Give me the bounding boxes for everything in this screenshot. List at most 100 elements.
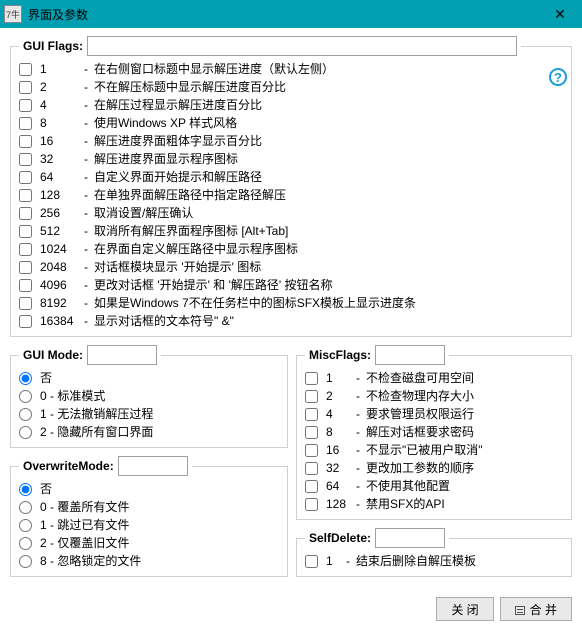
dash: - <box>84 313 88 329</box>
close-button[interactable]: 关 闭 <box>436 597 493 621</box>
radio-label: 1 - 跳过已有文件 <box>40 517 129 533</box>
gui-flags-input[interactable] <box>87 36 517 56</box>
flag-row: 8-解压对话框要求密码 <box>305 423 563 441</box>
flag-number: 1 <box>326 370 350 386</box>
radio-row[interactable]: 0 - 标准模式 <box>19 387 279 405</box>
flag-number: 1 <box>326 553 340 569</box>
flag-checkbox[interactable] <box>19 225 32 238</box>
flag-checkbox[interactable] <box>19 189 32 202</box>
flag-row: 2-不在解压标题中显示解压进度百分比 <box>19 78 563 96</box>
flag-checkbox[interactable] <box>19 81 32 94</box>
flag-label: 使用Windows XP 样式风格 <box>94 115 237 131</box>
flag-row: 128-禁用SFX的API <box>305 495 563 513</box>
flag-checkbox[interactable] <box>19 99 32 112</box>
close-icon[interactable]: ✕ <box>538 0 582 28</box>
flag-number: 2048 <box>40 259 78 275</box>
dash: - <box>84 277 88 293</box>
flag-row: 32-解压进度界面显示程序图标 <box>19 150 563 168</box>
flag-row: 256-取消设置/解压确认 <box>19 204 563 222</box>
misc-flags-input[interactable] <box>375 345 445 365</box>
flag-checkbox[interactable] <box>305 462 318 475</box>
flag-label: 结束后删除自解压模板 <box>356 553 476 569</box>
radio-label: 2 - 仅覆盖旧文件 <box>40 535 129 551</box>
flag-checkbox[interactable] <box>19 153 32 166</box>
radio-input[interactable] <box>19 426 32 439</box>
flag-row: 128-在单独界面解压路径中指定路径解压 <box>19 186 563 204</box>
gui-flags-label: GUI Flags: <box>23 39 83 53</box>
dash: - <box>84 79 88 95</box>
flag-label: 在界面自定义解压路径中显示程序图标 <box>94 241 298 257</box>
flag-checkbox[interactable] <box>305 426 318 439</box>
radio-row[interactable]: 2 - 隐藏所有窗口界面 <box>19 423 279 441</box>
flag-checkbox[interactable] <box>19 279 32 292</box>
dash: - <box>356 478 360 494</box>
misc-flags-legend: MiscFlags: <box>305 345 449 365</box>
radio-input[interactable] <box>19 372 32 385</box>
button-bar: 关 闭 合 并 <box>0 593 582 629</box>
flag-checkbox[interactable] <box>19 315 32 328</box>
flag-checkbox[interactable] <box>305 390 318 403</box>
radio-row[interactable]: 否 <box>19 369 279 387</box>
misc-flags-group: MiscFlags: 1-不检查磁盘可用空间2-不检查物理内存大小4-要求管理员… <box>296 345 572 520</box>
flag-label: 不检查磁盘可用空间 <box>366 370 474 386</box>
gui-mode-input[interactable] <box>87 345 157 365</box>
flag-row: 2-不检查物理内存大小 <box>305 387 563 405</box>
flag-checkbox[interactable] <box>19 297 32 310</box>
dash: - <box>346 553 350 569</box>
flag-checkbox[interactable] <box>19 135 32 148</box>
self-delete-input[interactable] <box>375 528 445 548</box>
misc-flags-label: MiscFlags: <box>309 348 371 362</box>
radio-input[interactable] <box>19 483 32 496</box>
flag-number: 4 <box>326 406 350 422</box>
overwrite-mode-label: OverwriteMode: <box>23 459 114 473</box>
flag-row: 1-不检查磁盘可用空间 <box>305 369 563 387</box>
flag-row: 512-取消所有解压界面程序图标 [Alt+Tab] <box>19 222 563 240</box>
flag-row: 32-更改加工参数的顺序 <box>305 459 563 477</box>
overwrite-mode-input[interactable] <box>118 456 188 476</box>
dash: - <box>356 388 360 404</box>
flag-checkbox[interactable] <box>305 372 318 385</box>
dash: - <box>84 187 88 203</box>
radio-input[interactable] <box>19 408 32 421</box>
radio-row[interactable]: 2 - 仅覆盖旧文件 <box>19 534 279 552</box>
radio-label: 否 <box>40 370 52 386</box>
flag-checkbox[interactable] <box>305 555 318 568</box>
dash: - <box>84 295 88 311</box>
flag-checkbox[interactable] <box>19 243 32 256</box>
combine-button[interactable]: 合 并 <box>500 597 572 621</box>
flag-checkbox[interactable] <box>305 480 318 493</box>
flag-label: 在右侧窗口标题中显示解压进度（默认左侧） <box>94 61 334 77</box>
radio-input[interactable] <box>19 555 32 568</box>
flag-checkbox[interactable] <box>19 63 32 76</box>
flag-checkbox[interactable] <box>19 117 32 130</box>
radio-row[interactable]: 1 - 无法撤销解压过程 <box>19 405 279 423</box>
dash: - <box>84 115 88 131</box>
radio-label: 2 - 隐藏所有窗口界面 <box>40 424 153 440</box>
flag-row: 16384-显示对话框的文本符号" &" <box>19 312 563 330</box>
flag-checkbox[interactable] <box>19 171 32 184</box>
radio-input[interactable] <box>19 537 32 550</box>
flag-number: 64 <box>40 169 78 185</box>
flag-checkbox[interactable] <box>305 444 318 457</box>
flag-checkbox[interactable] <box>305 408 318 421</box>
radio-input[interactable] <box>19 519 32 532</box>
flag-number: 8 <box>40 115 78 131</box>
radio-row[interactable]: 否 <box>19 480 279 498</box>
radio-input[interactable] <box>19 390 32 403</box>
flag-label: 在解压过程显示解压进度百分比 <box>94 97 262 113</box>
flag-label: 解压进度界面粗体字显示百分比 <box>94 133 262 149</box>
gui-mode-group: GUI Mode: 否0 - 标准模式1 - 无法撤销解压过程2 - 隐藏所有窗… <box>10 345 288 448</box>
flag-checkbox[interactable] <box>19 261 32 274</box>
flag-checkbox[interactable] <box>19 207 32 220</box>
flag-row: 2048-对话框模块显示 '开始提示' 图标 <box>19 258 563 276</box>
flag-checkbox[interactable] <box>305 498 318 511</box>
flag-number: 32 <box>40 151 78 167</box>
gui-mode-legend: GUI Mode: <box>19 345 161 365</box>
radio-row[interactable]: 8 - 忽略锁定的文件 <box>19 552 279 570</box>
flag-number: 256 <box>40 205 78 221</box>
radio-input[interactable] <box>19 501 32 514</box>
help-icon[interactable]: ? <box>549 68 567 86</box>
radio-row[interactable]: 1 - 跳过已有文件 <box>19 516 279 534</box>
radio-row[interactable]: 0 - 覆盖所有文件 <box>19 498 279 516</box>
flag-label: 不显示"已被用户取消" <box>366 442 483 458</box>
